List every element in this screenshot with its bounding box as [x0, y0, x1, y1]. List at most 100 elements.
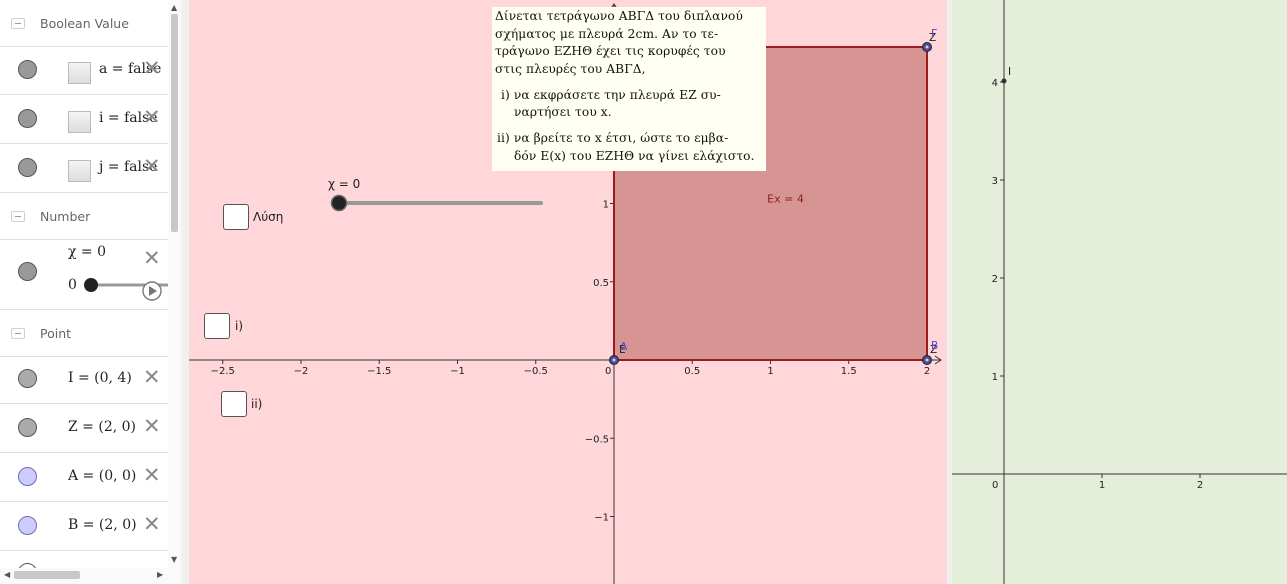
vertical-scroll-thumb[interactable] [171, 14, 178, 232]
algebra-item-point-B[interactable]: B = (2, 0) ✕ [0, 502, 168, 551]
category-label: Boolean Value [40, 16, 129, 31]
y-tick-label: 3 [992, 176, 998, 187]
vertex-point-center [925, 45, 929, 49]
problem-line: δόν Ε(x) του ΕΖΗΘ να γίνει ελάχιστο. [514, 149, 755, 163]
category-label: Number [40, 209, 91, 224]
delete-icon[interactable]: ✕ [143, 514, 161, 535]
point-I[interactable] [1001, 78, 1007, 84]
problem-line: Δίνεται τετράγωνο ΑΒΓΔ του διπλανού [495, 9, 743, 23]
delete-icon[interactable]: ✕ [143, 58, 161, 79]
x-tick-label: 2 [924, 366, 930, 377]
splitter[interactable] [181, 0, 189, 584]
category-label: Point [40, 326, 72, 341]
problem-line: ii) να βρείτε το x έτσι, ώστε το εμβα- [497, 131, 729, 145]
horizontal-scroll-thumb[interactable] [14, 571, 80, 579]
algebra-view: Boolean Value a = false ✕ i = false ✕ j … [0, 0, 168, 568]
x-tick-label: 1 [767, 366, 773, 377]
y-tick-label: 4 [992, 78, 998, 89]
item-text: Z = (2, 0) [68, 419, 136, 435]
vertex-point-center [925, 358, 929, 362]
y-tick-label: 2 [992, 274, 998, 285]
x-tick-label: 1 [1099, 480, 1105, 491]
delete-icon[interactable]: ✕ [143, 367, 161, 388]
problem-line: i) να εκφράσετε την πλευρά ΕΖ συ- [501, 88, 721, 102]
problem-line: σχήματος με πλευρά 2cm. Αν το τε- [495, 27, 719, 41]
point-label: Γ [931, 28, 937, 40]
delete-icon[interactable]: ✕ [143, 416, 161, 437]
play-icon[interactable] [142, 281, 162, 301]
collapse-icon[interactable] [11, 18, 25, 29]
collapse-icon[interactable] [11, 328, 25, 339]
x-tick-label: 0 [992, 480, 998, 491]
point-label: I [1008, 66, 1011, 78]
scroll-right-icon[interactable]: ▶ [157, 570, 163, 579]
graphics-view[interactable]: −2.5−2−1.5−1−0.500.511.5221.510.5−0.5−1E… [189, 0, 947, 584]
algebra-item-point-I[interactable]: I = (0, 4) ✕ [0, 355, 168, 404]
algebra-slider[interactable] [0, 239, 168, 309]
y-tick-label: 1 [992, 372, 998, 383]
scroll-left-icon[interactable]: ◀ [4, 570, 10, 579]
delete-icon[interactable]: ✕ [143, 107, 161, 128]
problem-line: στις πλευρές του ΑΒΓΔ, [495, 62, 646, 76]
x-tick-label: 1.5 [841, 366, 857, 377]
graphics-view-2[interactable]: 0 1 2 4 3 2 1 I [952, 0, 1287, 584]
algebra-item-i[interactable]: i = false ✕ [0, 95, 168, 144]
visibility-toggle[interactable] [18, 516, 37, 535]
item-text: A = (0, 0) [68, 468, 137, 484]
x-tick-label: 2 [1197, 480, 1203, 491]
category-number[interactable]: Number [0, 193, 168, 240]
point-label: B [931, 340, 938, 352]
delete-icon[interactable]: ✕ [143, 156, 161, 177]
delete-icon[interactable]: ✕ [143, 465, 161, 486]
algebra-item-partial[interactable] [0, 551, 168, 568]
x-tick-label: 0 [605, 366, 611, 377]
visibility-toggle[interactable] [18, 60, 37, 79]
vertex-point-center [612, 358, 616, 362]
visibility-toggle[interactable] [18, 467, 37, 486]
item-text: B = (2, 0) [68, 517, 137, 533]
graphics-canvas-2[interactable]: 0 1 2 4 3 2 1 I [952, 0, 1287, 584]
problem-statement-image: Δίνεται τετράγωνο ΑΒΓΔ του διπλανού σχήμ… [492, 7, 766, 171]
collapse-icon[interactable] [11, 211, 25, 222]
x-tick-label: 0.5 [684, 366, 700, 377]
visibility-toggle[interactable] [18, 369, 37, 388]
x-tick-label: −2 [294, 366, 309, 377]
y-tick-label: 0.5 [593, 278, 609, 289]
slider-label: χ = 0 [328, 177, 361, 191]
part-i-label: i) [235, 319, 244, 333]
scroll-down-icon[interactable]: ▼ [171, 555, 177, 564]
part-ii-checkbox[interactable] [221, 391, 247, 417]
visibility-toggle[interactable] [18, 418, 37, 437]
x-tick-label: −1.5 [367, 366, 391, 377]
algebra-item-j[interactable]: j = false ✕ [0, 144, 168, 193]
y-tick-label: −0.5 [585, 434, 609, 445]
y-tick-label: −1 [594, 513, 609, 524]
category-point[interactable]: Point [0, 310, 168, 357]
algebra-item-point-A[interactable]: A = (0, 0) ✕ [0, 453, 168, 502]
boolean-checkbox[interactable] [68, 111, 91, 133]
part-i-checkbox[interactable] [204, 313, 230, 339]
category-boolean[interactable]: Boolean Value [0, 0, 168, 47]
y-tick-label: 1 [603, 200, 609, 211]
x-tick-label: −0.5 [524, 366, 548, 377]
problem-line: τράγωνο ΕΖΗΘ έχει τις κορυφές του [495, 44, 726, 58]
algebra-item-chi[interactable]: χ = 0 ✕ 0 [0, 239, 168, 310]
boolean-checkbox[interactable] [68, 62, 91, 84]
algebra-item-a[interactable]: a = false ✕ [0, 46, 168, 95]
item-text: I = (0, 4) [68, 370, 132, 386]
slider-knob[interactable] [84, 278, 98, 292]
visibility-toggle[interactable] [18, 158, 37, 177]
solution-checkbox[interactable] [223, 204, 249, 230]
area-label: Ex = 4 [767, 193, 804, 206]
scroll-up-icon[interactable]: ▲ [171, 3, 177, 12]
point-label: A [620, 341, 628, 353]
solution-label: Λύση [253, 210, 284, 224]
part-ii-label: ii) [251, 397, 263, 411]
algebra-item-point-Z[interactable]: Z = (2, 0) ✕ [0, 404, 168, 453]
problem-line: ναρτήσει του x. [514, 105, 612, 119]
visibility-toggle[interactable] [18, 109, 37, 128]
slider-knob[interactable] [330, 194, 348, 212]
boolean-checkbox[interactable] [68, 160, 91, 182]
x-tick-label: −1 [450, 366, 465, 377]
x-tick-label: −2.5 [211, 366, 235, 377]
